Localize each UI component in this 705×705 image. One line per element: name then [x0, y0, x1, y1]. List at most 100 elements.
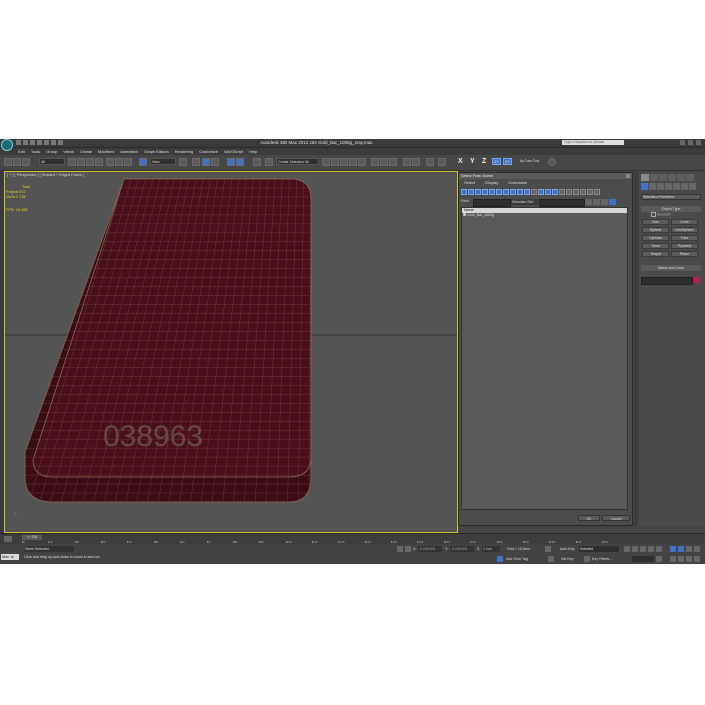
add-time-tag[interactable]: Add Time Tag	[506, 557, 528, 561]
select-object-icon[interactable]	[68, 158, 76, 166]
object-list[interactable]: Name Gold_Bar_1000g	[461, 207, 628, 510]
autogrid-checkbox[interactable]: AutoGrid	[651, 212, 670, 217]
menu-modifiers[interactable]: Modifiers	[98, 149, 114, 154]
teapot-render-icon[interactable]	[412, 158, 420, 166]
new-icon[interactable]	[16, 140, 21, 145]
utilities-tab-icon[interactable]	[686, 174, 694, 181]
percent-snap-icon[interactable]	[211, 158, 219, 166]
app-logo-icon[interactable]	[1, 139, 13, 151]
layer-manager-icon[interactable]	[322, 158, 330, 166]
hold-icon[interactable]	[51, 140, 56, 145]
pivot-center-icon[interactable]	[179, 158, 187, 166]
tube-button[interactable]: Tube	[671, 235, 698, 241]
field-of-view-icon[interactable]	[670, 556, 676, 562]
find-options-icon[interactable]	[585, 199, 592, 205]
menu-views[interactable]: Views	[63, 149, 74, 154]
menu-edit[interactable]: Edit	[18, 149, 25, 154]
open-icon[interactable]	[23, 140, 28, 145]
select-children-icon[interactable]	[559, 188, 565, 195]
zoom-extents-all-icon[interactable]	[694, 546, 700, 552]
menu-help[interactable]: Help	[249, 149, 257, 154]
undo-icon[interactable]	[37, 140, 42, 145]
close-icon[interactable]	[696, 140, 701, 145]
create-tab-icon[interactable]	[641, 174, 649, 181]
cameras-icon[interactable]	[665, 183, 672, 190]
camera-tool-icon[interactable]	[548, 158, 556, 166]
axis-xy-toggle-button[interactable]: XY	[503, 158, 512, 165]
scale-icon[interactable]	[124, 158, 132, 166]
unlink-icon[interactable]	[13, 158, 21, 166]
shapes-filter-icon[interactable]	[468, 188, 474, 195]
window-crossing-icon[interactable]	[95, 158, 103, 166]
systems-icon[interactable]	[689, 183, 696, 190]
axis-x-button[interactable]: X	[458, 158, 463, 165]
modify-tab-icon[interactable]	[650, 174, 658, 181]
object-visibility-icon[interactable]	[463, 213, 466, 216]
graphite-tools-icon[interactable]	[331, 158, 339, 166]
redo-icon[interactable]	[44, 140, 49, 145]
region-select-icon[interactable]	[86, 158, 94, 166]
plane-button[interactable]: Plane	[671, 251, 698, 257]
axis-z-button[interactable]: Z	[482, 158, 486, 165]
selection-filter-select[interactable]: All	[39, 158, 65, 165]
set-key-icon[interactable]	[548, 556, 554, 562]
key-filters-button[interactable]: Key Filters...	[592, 557, 612, 561]
bones-filter-icon[interactable]	[517, 188, 523, 195]
maximize-icon[interactable]	[688, 140, 693, 145]
close-icon[interactable]	[626, 174, 630, 178]
hierarchy-tab-icon[interactable]	[659, 174, 667, 181]
none-filter-icon[interactable]	[531, 188, 537, 195]
key-filter-icon[interactable]	[584, 556, 590, 562]
display-tab-icon[interactable]	[677, 174, 685, 181]
teapot-button[interactable]: Teapot	[642, 251, 669, 257]
cameras-filter-icon[interactable]	[482, 188, 488, 195]
render-active-icon[interactable]	[403, 158, 411, 166]
snap-toggle-icon[interactable]	[192, 158, 200, 166]
shapes-icon[interactable]	[649, 183, 656, 190]
menu-rendering[interactable]: Rendering	[175, 149, 193, 154]
edit-named-selection-icon[interactable]	[236, 158, 244, 166]
zoom-icon[interactable]	[670, 546, 676, 552]
dialog-menu-display[interactable]: Display	[485, 180, 498, 185]
list-item[interactable]: Gold_Bar_1000g	[462, 213, 627, 218]
time-slider[interactable]: 0 / 225	[22, 535, 42, 540]
cam-tool-label[interactable]: ity Cam Tool	[519, 158, 546, 165]
axis-constraint-icon[interactable]	[438, 158, 446, 166]
menu-maxscript[interactable]: MAXScript	[224, 149, 243, 154]
mini-curve-editor-icon[interactable]	[4, 536, 12, 542]
material-editor-icon[interactable]	[358, 158, 366, 166]
align-icon[interactable]	[265, 158, 273, 166]
motion-tab-icon[interactable]	[668, 174, 676, 181]
move-icon[interactable]	[106, 158, 114, 166]
highlight-icon[interactable]	[609, 199, 616, 205]
cancel-button[interactable]: Cancel	[602, 515, 630, 521]
extras-icon[interactable]	[426, 158, 434, 166]
cylinder-button[interactable]: Cylinder	[642, 235, 669, 241]
viewport-label[interactable]: [ + ] [ Perspective ] [ Shaded + Edged F…	[7, 173, 84, 177]
lights-filter-icon[interactable]	[475, 188, 481, 195]
previous-frame-icon[interactable]	[632, 546, 638, 552]
set-key-button[interactable]: Set Key	[561, 557, 574, 561]
lights-icon[interactable]	[657, 183, 664, 190]
key-selection-select[interactable]: Selected	[579, 546, 619, 552]
space-warps-icon[interactable]	[681, 183, 688, 190]
orbit-icon[interactable]	[686, 556, 692, 562]
link-icon[interactable]	[4, 158, 12, 166]
menu-create[interactable]: Create	[80, 149, 92, 154]
auto-key-button[interactable]: Auto Key	[560, 547, 575, 551]
menu-graph-editors[interactable]: Graph Editors	[144, 149, 169, 154]
x-coordinate-field[interactable]: -0.000.000	[418, 546, 442, 552]
schematic-view-icon[interactable]	[349, 158, 357, 166]
hierarchy-icon[interactable]	[545, 188, 551, 195]
object-color-swatch[interactable]	[693, 277, 699, 283]
render-frame-icon[interactable]	[380, 158, 388, 166]
z-coordinate-field[interactable]: 0.0cm	[482, 546, 500, 552]
helpers-icon[interactable]	[673, 183, 680, 190]
menu-customize[interactable]: Customize	[199, 149, 218, 154]
find-case-icon[interactable]	[587, 188, 593, 195]
axis-xy-button[interactable]: XY	[492, 158, 501, 165]
search-input[interactable]: Type a keyword or phrase	[562, 140, 624, 145]
rotate-icon[interactable]	[115, 158, 123, 166]
zoom-extents-icon[interactable]	[686, 546, 692, 552]
groups-filter-icon[interactable]	[503, 188, 509, 195]
